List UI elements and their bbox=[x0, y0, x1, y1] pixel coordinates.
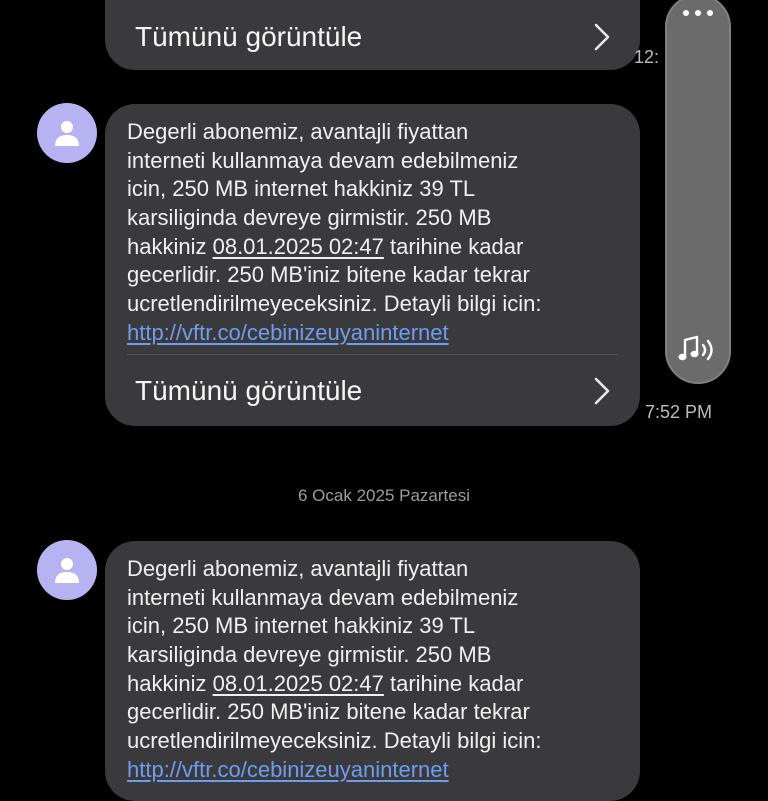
message-line: karsiliginda devreye girmistir. 250 MB bbox=[127, 205, 492, 231]
line-prefix: hakkiniz bbox=[127, 670, 213, 696]
message-line: hakkiniz 08.01.2025 02:47 tarihine kadar bbox=[127, 670, 627, 699]
message-text: Degerli abonemiz, avantajli fiyattan int… bbox=[127, 555, 627, 785]
sender-avatar[interactable] bbox=[37, 103, 97, 163]
divider bbox=[127, 354, 618, 355]
message-line: karsiliginda devreye girmistir. 250 MB bbox=[127, 642, 492, 668]
message-line: Degerli abonemiz, avantajli fiyattan bbox=[127, 119, 469, 144]
date-link[interactable]: 08.01.2025 02:47 bbox=[213, 671, 384, 696]
url-link[interactable]: http://vftr.co/cebinizeuyaninternet bbox=[127, 319, 627, 348]
message-bubble[interactable]: Degerli abonemiz, avantajli fiyattan int… bbox=[105, 104, 640, 426]
side-panel[interactable] bbox=[665, 0, 731, 384]
message-line: icin, 250 MB internet hakkiniz 39 TL bbox=[127, 613, 476, 639]
message-bubble[interactable]: Tümünü görüntüle bbox=[105, 0, 640, 70]
more-dots-icon[interactable] bbox=[667, 10, 729, 16]
date-link[interactable]: 08.01.2025 02:47 bbox=[213, 234, 384, 259]
url-link[interactable]: http://vftr.co/cebinizeuyaninternet bbox=[127, 756, 627, 785]
message-line: Degerli abonemiz, avantajli fiyattan bbox=[127, 556, 469, 581]
sound-icon[interactable] bbox=[677, 334, 721, 371]
person-icon bbox=[55, 121, 79, 146]
view-all-label: Tümünü görüntüle bbox=[135, 21, 363, 52]
line-suffix: tarihine kadar bbox=[383, 233, 524, 259]
message-line: ucretlendirilmeyeceksiniz. Detayli bilgi… bbox=[127, 728, 542, 754]
chevron-right-icon bbox=[586, 21, 618, 53]
message-line: hakkiniz 08.01.2025 02:47 tarihine kadar bbox=[127, 233, 627, 262]
line-prefix: hakkiniz bbox=[127, 233, 213, 259]
message-line: interneti kullanmaya devam edebilmeniz bbox=[127, 584, 519, 610]
line-suffix: tarihine kadar bbox=[383, 670, 524, 696]
date-separator: 6 Ocak 2025 Pazartesi bbox=[298, 486, 470, 505]
chevron-right-icon bbox=[586, 375, 618, 407]
message-line: gecerlidir. 250 MB'iniz bitene kadar tek… bbox=[127, 699, 530, 725]
view-all-button[interactable]: Tümünü görüntüle bbox=[135, 366, 618, 416]
view-all-button[interactable]: Tümünü görüntüle bbox=[135, 12, 618, 62]
message-time: 7:52 PM bbox=[645, 402, 713, 422]
message-bubble[interactable]: Degerli abonemiz, avantajli fiyattan int… bbox=[105, 541, 640, 801]
person-icon bbox=[55, 558, 79, 583]
message-line: gecerlidir. 250 MB'iniz bitene kadar tek… bbox=[127, 262, 530, 288]
sender-avatar[interactable] bbox=[37, 540, 97, 600]
message-line: icin, 250 MB internet hakkiniz 39 TL bbox=[127, 176, 476, 202]
message-time: 12: bbox=[634, 47, 660, 67]
message-text: Degerli abonemiz, avantajli fiyattan int… bbox=[127, 118, 627, 348]
message-line: interneti kullanmaya devam edebilmeniz bbox=[127, 147, 519, 173]
view-all-label: Tümünü görüntüle bbox=[135, 375, 363, 406]
message-line: ucretlendirilmeyeceksiniz. Detayli bilgi… bbox=[127, 291, 542, 317]
